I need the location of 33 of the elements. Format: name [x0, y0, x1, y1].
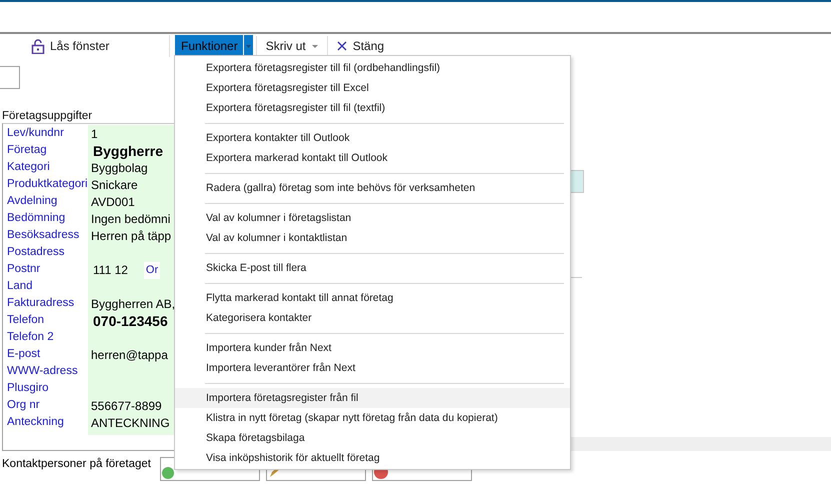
field-label: Land	[6, 279, 34, 294]
field-value: 070-123456	[92, 313, 168, 330]
field-label: Anteckning	[6, 415, 65, 430]
field-label: Org nr	[6, 398, 41, 413]
section-title: Företagsuppgifter	[2, 110, 92, 122]
field-value: Byggherre	[92, 143, 164, 160]
field-label: Produktkategori	[6, 177, 89, 192]
field-label: Företag	[6, 143, 48, 158]
field-label: WWW-adress	[6, 364, 79, 379]
field-label: Lev/kundnr	[6, 126, 65, 141]
field-value: 111 12	[92, 262, 128, 279]
field-label: Telefon 2	[6, 330, 55, 345]
field-label: Avdelning	[6, 194, 58, 209]
field-value: Ingen bedömni	[91, 211, 170, 228]
field-label: Telefon	[6, 313, 46, 328]
field-label: E-post	[6, 347, 42, 362]
field-value: AVD001	[91, 194, 135, 211]
field-value: Snickare	[91, 177, 138, 194]
field-value: Byggbolag	[91, 160, 148, 177]
field-label: Bedömning	[6, 211, 66, 226]
field-label: Kategori	[6, 160, 51, 175]
field-value: Byggherren AB,	[91, 296, 176, 313]
field-value: herren@tappa	[91, 347, 168, 364]
field-value: 556677-8899	[91, 398, 162, 415]
field-value: 1	[91, 126, 98, 143]
field-label: Postnr	[6, 262, 42, 277]
contacts-label: Kontaktpersoner på företaget	[2, 458, 151, 470]
field-label: Fakturadress	[6, 296, 76, 311]
field-label: Besöksadress	[6, 228, 80, 243]
field-value: ANTECKNING	[91, 415, 170, 432]
field-label: Plusgiro	[6, 381, 50, 396]
field-label: Postadress	[6, 245, 66, 260]
field-value: Herren på täpp	[91, 228, 172, 245]
